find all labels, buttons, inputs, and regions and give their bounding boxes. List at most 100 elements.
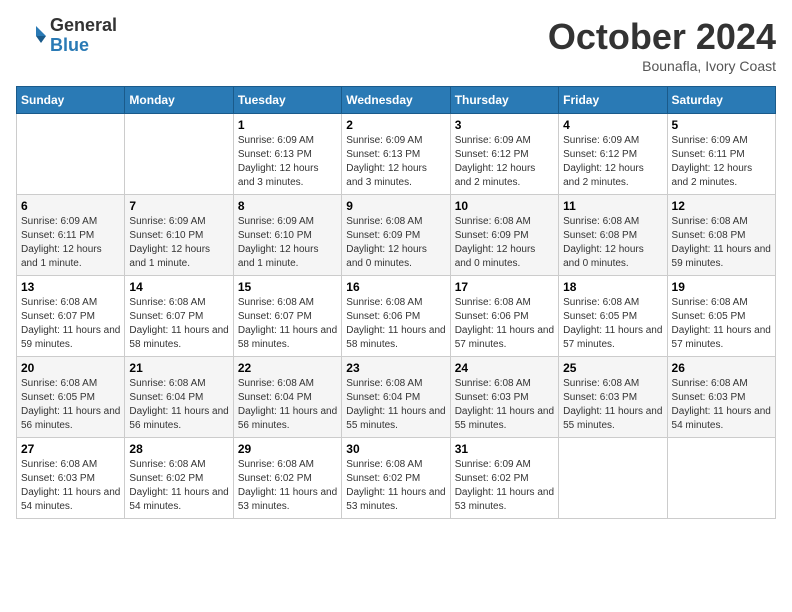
day-info: Sunrise: 6:09 AM Sunset: 6:10 PM Dayligh… xyxy=(129,215,228,271)
weekday-header: Monday xyxy=(125,87,233,114)
calendar-cell: 18Sunrise: 6:08 AM Sunset: 6:05 PM Dayli… xyxy=(559,276,667,357)
day-info: Sunrise: 6:09 AM Sunset: 6:11 PM Dayligh… xyxy=(21,215,120,271)
day-info: Sunrise: 6:08 AM Sunset: 6:05 PM Dayligh… xyxy=(672,296,771,352)
day-number: 5 xyxy=(672,118,771,132)
calendar-week-row: 1 Sunrise: 6:09 AM Sunset: 6:13 PM Daylig… xyxy=(17,114,776,195)
calendar-cell: 3Sunrise: 6:09 AM Sunset: 6:12 PM Daylig… xyxy=(450,114,558,195)
day-number: 19 xyxy=(672,280,771,294)
calendar-cell: 15 Sunrise: 6:08 AM Sunset: 6:07 PM Dayli… xyxy=(233,276,341,357)
calendar-cell xyxy=(17,114,125,195)
calendar-week-row: 13 Sunrise: 6:08 AM Sunset: 6:07 PM Dayli… xyxy=(17,276,776,357)
calendar-cell: 7 Sunrise: 6:09 AM Sunset: 6:10 PM Daylig… xyxy=(125,195,233,276)
day-info: Sunrise: 6:08 AM Sunset: 6:02 PM Dayligh… xyxy=(346,458,445,514)
calendar-cell: 30Sunrise: 6:08 AM Sunset: 6:02 PM Dayli… xyxy=(342,438,450,519)
day-number: 3 xyxy=(455,118,554,132)
day-info: Sunrise: 6:08 AM Sunset: 6:05 PM Dayligh… xyxy=(21,377,120,433)
calendar-cell: 5 Sunrise: 6:09 AM Sunset: 6:11 PM Daylig… xyxy=(667,114,775,195)
logo-icon xyxy=(16,21,46,51)
day-number: 25 xyxy=(563,361,662,375)
calendar-cell: 24Sunrise: 6:08 AM Sunset: 6:03 PM Dayli… xyxy=(450,357,558,438)
logo-line1: General xyxy=(50,16,117,36)
calendar-cell: 2 Sunrise: 6:09 AM Sunset: 6:13 PM Daylig… xyxy=(342,114,450,195)
day-number: 15 xyxy=(238,280,337,294)
calendar-cell: 10 Sunrise: 6:08 AM Sunset: 6:09 PM Dayli… xyxy=(450,195,558,276)
day-info: Sunrise: 6:08 AM Sunset: 6:08 PM Dayligh… xyxy=(672,215,771,271)
day-info: Sunrise: 6:08 AM Sunset: 6:02 PM Dayligh… xyxy=(129,458,228,514)
day-number: 21 xyxy=(129,361,228,375)
day-info: Sunrise: 6:08 AM Sunset: 6:04 PM Dayligh… xyxy=(238,377,337,433)
day-number: 2 xyxy=(346,118,445,132)
calendar-cell: 11Sunrise: 6:08 AM Sunset: 6:08 PM Dayli… xyxy=(559,195,667,276)
calendar-week-row: 20 Sunrise: 6:08 AM Sunset: 6:05 PM Dayli… xyxy=(17,357,776,438)
day-info: Sunrise: 6:08 AM Sunset: 6:06 PM Dayligh… xyxy=(346,296,445,352)
calendar-header-row: SundayMondayTuesdayWednesdayThursdayFrid… xyxy=(17,87,776,114)
weekday-header: Saturday xyxy=(667,87,775,114)
calendar-cell: 20 Sunrise: 6:08 AM Sunset: 6:05 PM Dayli… xyxy=(17,357,125,438)
day-number: 7 xyxy=(129,199,228,213)
day-number: 4 xyxy=(563,118,662,132)
day-info: Sunrise: 6:08 AM Sunset: 6:03 PM Dayligh… xyxy=(563,377,662,433)
logo-line2: Blue xyxy=(50,36,117,56)
day-info: Sunrise: 6:08 AM Sunset: 6:03 PM Dayligh… xyxy=(21,458,120,514)
day-number: 14 xyxy=(129,280,228,294)
calendar-cell: 31 Sunrise: 6:09 AM Sunset: 6:02 PM Dayli… xyxy=(450,438,558,519)
calendar-cell: 17 Sunrise: 6:08 AM Sunset: 6:06 PM Dayli… xyxy=(450,276,558,357)
calendar-cell: 19 Sunrise: 6:08 AM Sunset: 6:05 PM Dayli… xyxy=(667,276,775,357)
calendar-cell: 9 Sunrise: 6:08 AM Sunset: 6:09 PM Daylig… xyxy=(342,195,450,276)
location-subtitle: Bounafla, Ivory Coast xyxy=(548,58,776,74)
month-title: October 2024 xyxy=(548,16,776,58)
calendar-cell: 22 Sunrise: 6:08 AM Sunset: 6:04 PM Dayli… xyxy=(233,357,341,438)
calendar-table: SundayMondayTuesdayWednesdayThursdayFrid… xyxy=(16,86,776,519)
day-info: Sunrise: 6:09 AM Sunset: 6:11 PM Dayligh… xyxy=(672,134,771,190)
weekday-header: Sunday xyxy=(17,87,125,114)
day-info: Sunrise: 6:09 AM Sunset: 6:12 PM Dayligh… xyxy=(563,134,662,190)
logo: General Blue xyxy=(16,16,117,56)
calendar-cell xyxy=(125,114,233,195)
day-number: 17 xyxy=(455,280,554,294)
day-number: 29 xyxy=(238,442,337,456)
calendar-cell: 14 Sunrise: 6:08 AM Sunset: 6:07 PM Dayli… xyxy=(125,276,233,357)
calendar-cell: 25 Sunrise: 6:08 AM Sunset: 6:03 PM Dayli… xyxy=(559,357,667,438)
calendar-cell: 23 Sunrise: 6:08 AM Sunset: 6:04 PM Dayli… xyxy=(342,357,450,438)
day-info: Sunrise: 6:09 AM Sunset: 6:13 PM Dayligh… xyxy=(238,134,337,190)
weekday-header: Wednesday xyxy=(342,87,450,114)
day-number: 9 xyxy=(346,199,445,213)
day-info: Sunrise: 6:09 AM Sunset: 6:13 PM Dayligh… xyxy=(346,134,445,190)
day-number: 26 xyxy=(672,361,771,375)
calendar-week-row: 27 Sunrise: 6:08 AM Sunset: 6:03 PM Dayli… xyxy=(17,438,776,519)
calendar-cell: 21Sunrise: 6:08 AM Sunset: 6:04 PM Dayli… xyxy=(125,357,233,438)
day-number: 10 xyxy=(455,199,554,213)
weekday-header: Tuesday xyxy=(233,87,341,114)
day-info: Sunrise: 6:08 AM Sunset: 6:07 PM Dayligh… xyxy=(238,296,337,352)
day-info: Sunrise: 6:08 AM Sunset: 6:09 PM Dayligh… xyxy=(346,215,445,271)
logo-text: General Blue xyxy=(50,16,117,56)
day-number: 24 xyxy=(455,361,554,375)
calendar-cell xyxy=(559,438,667,519)
day-number: 18 xyxy=(563,280,662,294)
calendar-cell: 1 Sunrise: 6:09 AM Sunset: 6:13 PM Daylig… xyxy=(233,114,341,195)
calendar-cell: 12Sunrise: 6:08 AM Sunset: 6:08 PM Dayli… xyxy=(667,195,775,276)
day-info: Sunrise: 6:08 AM Sunset: 6:09 PM Dayligh… xyxy=(455,215,554,271)
day-number: 6 xyxy=(21,199,120,213)
day-number: 1 xyxy=(238,118,337,132)
day-number: 20 xyxy=(21,361,120,375)
calendar-cell: 29Sunrise: 6:08 AM Sunset: 6:02 PM Dayli… xyxy=(233,438,341,519)
calendar-cell: 4 Sunrise: 6:09 AM Sunset: 6:12 PM Daylig… xyxy=(559,114,667,195)
calendar-cell: 6 Sunrise: 6:09 AM Sunset: 6:11 PM Daylig… xyxy=(17,195,125,276)
weekday-header: Friday xyxy=(559,87,667,114)
calendar-cell: 28 Sunrise: 6:08 AM Sunset: 6:02 PM Dayli… xyxy=(125,438,233,519)
calendar-cell xyxy=(667,438,775,519)
day-number: 28 xyxy=(129,442,228,456)
day-info: Sunrise: 6:09 AM Sunset: 6:02 PM Dayligh… xyxy=(455,458,554,514)
day-number: 31 xyxy=(455,442,554,456)
day-info: Sunrise: 6:08 AM Sunset: 6:06 PM Dayligh… xyxy=(455,296,554,352)
day-number: 13 xyxy=(21,280,120,294)
title-block: October 2024 Bounafla, Ivory Coast xyxy=(548,16,776,74)
day-info: Sunrise: 6:08 AM Sunset: 6:04 PM Dayligh… xyxy=(346,377,445,433)
calendar-cell: 26Sunrise: 6:08 AM Sunset: 6:03 PM Dayli… xyxy=(667,357,775,438)
day-number: 22 xyxy=(238,361,337,375)
day-number: 23 xyxy=(346,361,445,375)
page-header: General Blue October 2024 Bounafla, Ivor… xyxy=(16,16,776,74)
day-number: 27 xyxy=(21,442,120,456)
day-info: Sunrise: 6:08 AM Sunset: 6:07 PM Dayligh… xyxy=(129,296,228,352)
